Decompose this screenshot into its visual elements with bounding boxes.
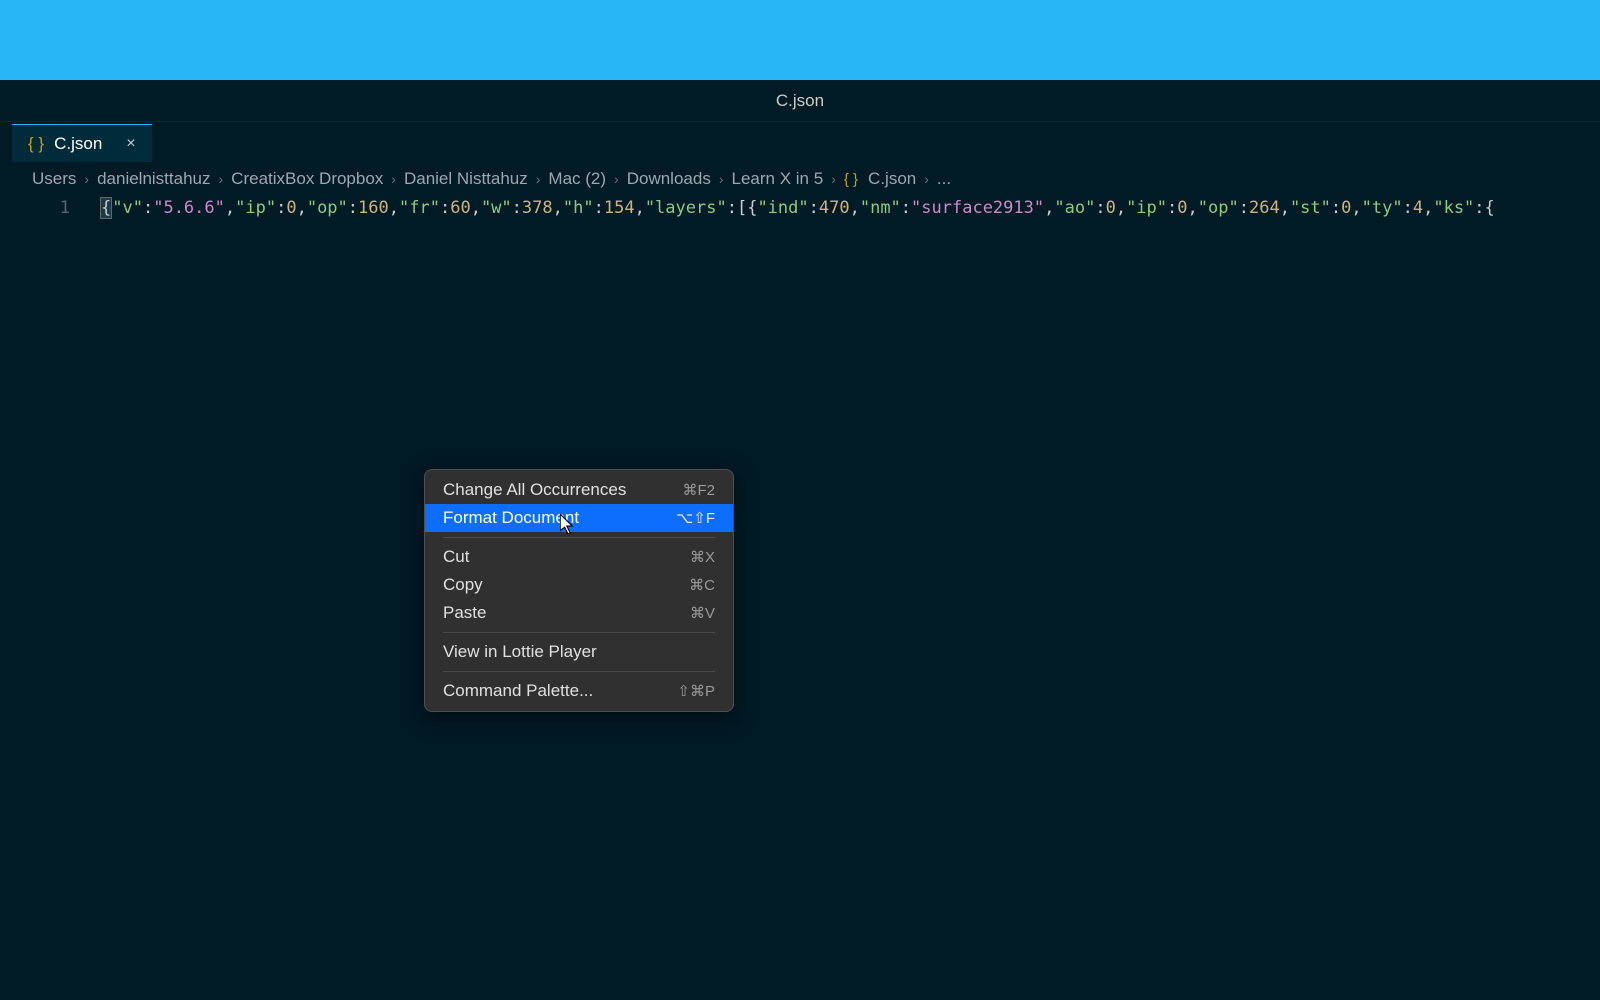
menu-item-label: Paste xyxy=(443,603,486,623)
breadcrumb-item[interactable]: Learn X in 5 xyxy=(732,169,824,189)
chevron-right-icon: › xyxy=(84,171,89,187)
code-line[interactable]: {"v":"5.6.6","ip":0,"op":160,"fr":60,"w"… xyxy=(100,194,1600,1000)
chevron-right-icon: › xyxy=(219,171,224,187)
tab-close-button[interactable]: × xyxy=(120,133,141,155)
window-top-accent-bar xyxy=(0,0,1600,80)
breadcrumbs: Users › danielnisttahuz › CreatixBox Dro… xyxy=(0,164,1600,194)
menu-item-copy[interactable]: Copy ⌘C xyxy=(425,571,733,599)
menu-separator xyxy=(443,537,715,538)
breadcrumb-item[interactable]: Mac (2) xyxy=(548,169,606,189)
line-number-gutter: 1 xyxy=(0,194,100,1000)
chevron-right-icon: › xyxy=(614,171,619,187)
title-bar: C.json xyxy=(0,80,1600,122)
json-file-icon: { } xyxy=(28,134,44,154)
menu-item-paste[interactable]: Paste ⌘V xyxy=(425,599,733,627)
breadcrumb-trailing[interactable]: ... xyxy=(937,169,951,189)
chevron-right-icon: › xyxy=(536,171,541,187)
menu-item-command-palette[interactable]: Command Palette... ⇧⌘P xyxy=(425,677,733,705)
menu-item-view-in-lottie-player[interactable]: View in Lottie Player xyxy=(425,638,733,666)
tabs-bar: { } C.json × xyxy=(0,122,1600,164)
tab-c-json[interactable]: { } C.json × xyxy=(12,124,152,162)
breadcrumb-item[interactable]: danielnisttahuz xyxy=(97,169,210,189)
menu-item-label: Copy xyxy=(443,575,483,595)
menu-item-label: Cut xyxy=(443,547,469,567)
breadcrumb-file[interactable]: C.json xyxy=(868,169,916,189)
menu-item-shortcut: ⌘C xyxy=(689,576,715,594)
chevron-right-icon: › xyxy=(924,171,929,187)
menu-item-label: Format Document xyxy=(443,508,579,528)
chevron-right-icon: › xyxy=(719,171,724,187)
menu-item-change-all-occurrences[interactable]: Change All Occurrences ⌘F2 xyxy=(425,476,733,504)
menu-item-shortcut: ⌥⇧F xyxy=(676,509,715,527)
menu-item-shortcut: ⌘F2 xyxy=(682,481,715,499)
chevron-right-icon: › xyxy=(391,171,396,187)
menu-item-shortcut: ⇧⌘P xyxy=(677,682,715,700)
menu-separator xyxy=(443,632,715,633)
breadcrumb-item[interactable]: Daniel Nisttahuz xyxy=(404,169,528,189)
chevron-right-icon: › xyxy=(831,171,836,187)
editor-area[interactable]: 1 {"v":"5.6.6","ip":0,"op":160,"fr":60,"… xyxy=(0,194,1600,1000)
context-menu: Change All Occurrences ⌘F2 Format Docume… xyxy=(424,469,734,712)
menu-item-format-document[interactable]: Format Document ⌥⇧F xyxy=(425,504,733,532)
title-bar-text: C.json xyxy=(776,91,824,111)
breadcrumb-item[interactable]: Downloads xyxy=(627,169,711,189)
menu-separator xyxy=(443,671,715,672)
menu-item-label: Change All Occurrences xyxy=(443,480,626,500)
line-number: 1 xyxy=(0,198,70,218)
json-file-icon: { } xyxy=(844,171,858,188)
breadcrumb-item[interactable]: CreatixBox Dropbox xyxy=(231,169,383,189)
menu-item-label: Command Palette... xyxy=(443,681,593,701)
menu-item-shortcut: ⌘X xyxy=(690,548,715,566)
menu-item-cut[interactable]: Cut ⌘X xyxy=(425,543,733,571)
menu-item-label: View in Lottie Player xyxy=(443,642,597,662)
tab-label: C.json xyxy=(54,134,102,154)
breadcrumb-item[interactable]: Users xyxy=(32,169,76,189)
menu-item-shortcut: ⌘V xyxy=(690,604,715,622)
